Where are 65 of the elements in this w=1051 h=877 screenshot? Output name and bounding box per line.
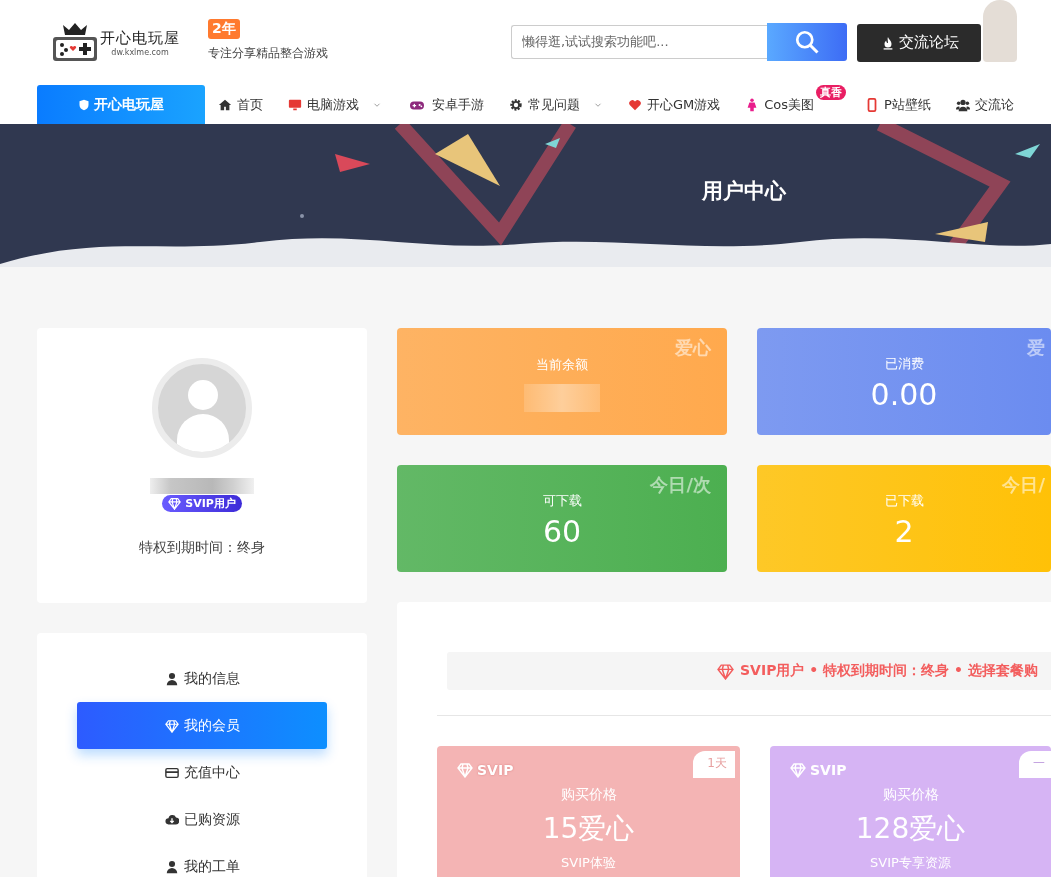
settings-icon [509,97,523,112]
search-field[interactable]: 懒得逛,试试搜索功能吧... [511,24,767,59]
search-button[interactable] [767,22,847,61]
menu-item[interactable]: 充值中心 [77,749,327,796]
tagline: 专注分享精品整合游戏 [208,45,328,62]
notice-bar: SVIP用户 • 特权到期时间：终身 • 选择套餐购 [447,652,1051,690]
page-title: 用户中心 [701,177,786,205]
user-icon [164,671,179,686]
stat-label: 可下载 [542,491,582,510]
flame-icon [881,35,895,50]
hot-badge: 真香 [816,85,847,100]
nav-item[interactable]: 电脑游戏 [288,85,382,124]
users-icon [955,97,970,112]
stat-unit: 今日/ [1002,473,1045,497]
price-label: 购买价格 [882,786,939,804]
nav-item[interactable]: P站壁纸 [865,85,931,124]
nav-item[interactable]: 首页 [218,85,263,124]
tier-label: SVIP [477,762,514,778]
vip-badge: SVIP用户 [162,495,242,512]
shield-icon [78,98,90,111]
menu-item[interactable]: 已购资源 [77,796,327,843]
plan-description: SVIP体验 [561,854,616,872]
photo-placeholder [983,0,1017,62]
nav-item[interactable]: Cos美图 [745,85,815,124]
duration-tag: 一 [1019,751,1051,778]
duration-tag: 1天 [693,751,735,778]
nav-item[interactable]: 安卓手游 [407,85,484,124]
price-value: 15爱心 [542,811,635,847]
nav-item[interactable]: 开心GM游戏 [628,85,721,124]
logo-domain: dw.kxlme.com [111,47,169,57]
cloud-download-icon [164,812,179,827]
heart-icon [628,97,642,112]
stat-label: 已下载 [884,491,924,510]
tier-label: SVIP [810,762,847,778]
menu-item[interactable]: 我的信息 [77,655,327,702]
logo-text: 开心电玩屋 [100,28,180,48]
nav-item[interactable]: 常见问题 [509,85,603,124]
stat-unit: 爱 [1027,336,1045,360]
stat-label: 当前余额 [536,355,588,374]
diamond-icon [790,762,806,778]
price-label: 购买价格 [560,786,617,804]
monitor-icon [288,97,302,112]
diamond-icon [164,718,179,733]
price-value: 128爱心 [855,811,966,847]
diamond-icon [457,762,473,778]
nav-item[interactable]: 交流论 [955,85,1014,124]
crowned-gamepad-logo [50,22,100,63]
menu-item[interactable]: 我的会员 [77,702,327,749]
plan-description: SVIP专享资源 [870,854,951,872]
menu-item[interactable]: 我的工单 [77,843,327,877]
stat-value: 2 [894,513,914,550]
search-icon [795,29,819,54]
stat-label: 已消费 [884,354,924,373]
stat-unit: 今日/次 [650,473,711,497]
house-icon [218,97,232,112]
expiry-text: 特权到期时间：终身 [139,539,265,557]
age-badge: 2年 [208,19,240,39]
forum-button[interactable]: 交流论坛 [857,23,981,62]
stat-value: 60 [542,513,582,550]
credit-card-icon [164,765,179,780]
diamond-icon [717,662,734,680]
diamond-icon [168,497,182,510]
user-icon [164,859,179,874]
stat-unit: 爱心 [675,336,711,360]
stat-value: 0.00 [870,376,938,413]
